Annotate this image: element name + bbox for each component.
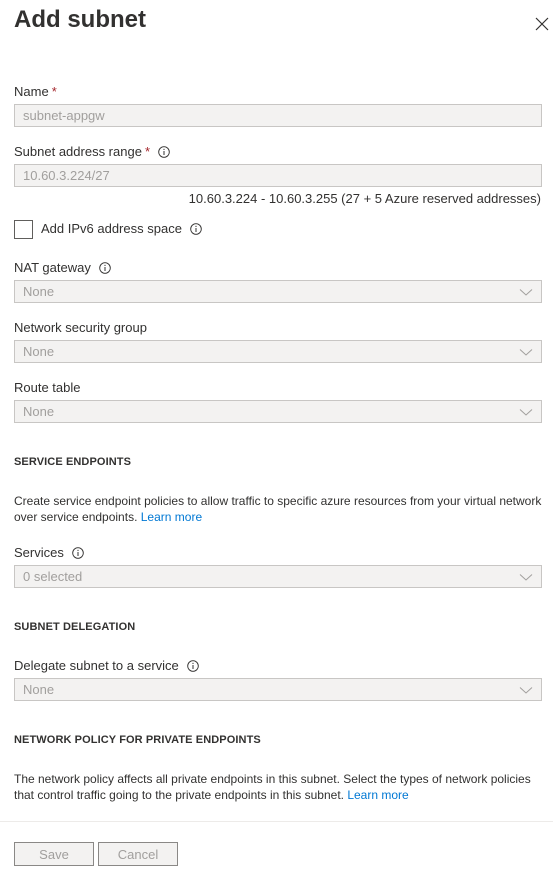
info-icon[interactable] (158, 145, 170, 158)
close-icon (535, 17, 549, 31)
chevron-down-icon (519, 570, 533, 584)
delegation-dropdown[interactable]: None (14, 678, 542, 701)
services-dropdown[interactable]: 0 selected (14, 565, 542, 588)
info-icon[interactable] (99, 261, 111, 274)
subnet-delegation-heading: SUBNET DELEGATION (14, 621, 136, 633)
nat-gateway-dropdown[interactable]: None (14, 280, 542, 303)
network-policy-description: The network policy affects all private e… (14, 772, 531, 802)
delegation-label: Delegate subnet to a service (14, 658, 199, 673)
required-marker: * (51, 84, 57, 99)
network-policy-learn-more-link[interactable]: Learn more (347, 788, 408, 802)
info-icon[interactable] (72, 546, 84, 559)
services-label: Services (14, 545, 84, 560)
panel-title: Add subnet (14, 6, 146, 33)
address-range-label: Subnet address range * (14, 144, 170, 159)
close-button[interactable] (531, 13, 553, 35)
footer-divider (0, 821, 553, 822)
network-policy-heading: NETWORK POLICY FOR PRIVATE ENDPOINTS (14, 734, 261, 746)
service-endpoints-learn-more-link[interactable]: Learn more (141, 510, 202, 524)
service-endpoints-description: Create service endpoint policies to allo… (14, 494, 542, 524)
nat-gateway-label: NAT gateway (14, 260, 111, 275)
nsg-dropdown[interactable]: None (14, 340, 542, 363)
save-button[interactable]: Save (14, 842, 94, 866)
address-range-input[interactable] (23, 168, 533, 183)
ipv6-checkbox[interactable] (14, 220, 33, 239)
address-range-field[interactable] (14, 164, 542, 187)
info-icon[interactable] (190, 222, 202, 235)
service-endpoints-heading: SERVICE ENDPOINTS (14, 456, 132, 468)
address-range-hint: 10.60.3.224 - 10.60.3.255 (27 + 5 Azure … (188, 191, 541, 206)
ipv6-label: Add IPv6 address space (41, 221, 202, 236)
name-input[interactable] (23, 108, 533, 123)
nsg-label: Network security group (14, 320, 147, 335)
chevron-down-icon (519, 285, 533, 299)
cancel-button[interactable]: Cancel (98, 842, 178, 866)
chevron-down-icon (519, 405, 533, 419)
route-table-dropdown[interactable]: None (14, 400, 542, 423)
chevron-down-icon (519, 683, 533, 697)
chevron-down-icon (519, 345, 533, 359)
name-label: Name * (14, 84, 57, 99)
route-table-label: Route table (14, 380, 81, 395)
info-icon[interactable] (187, 659, 199, 672)
required-marker: * (144, 144, 150, 159)
name-field[interactable] (14, 104, 542, 127)
